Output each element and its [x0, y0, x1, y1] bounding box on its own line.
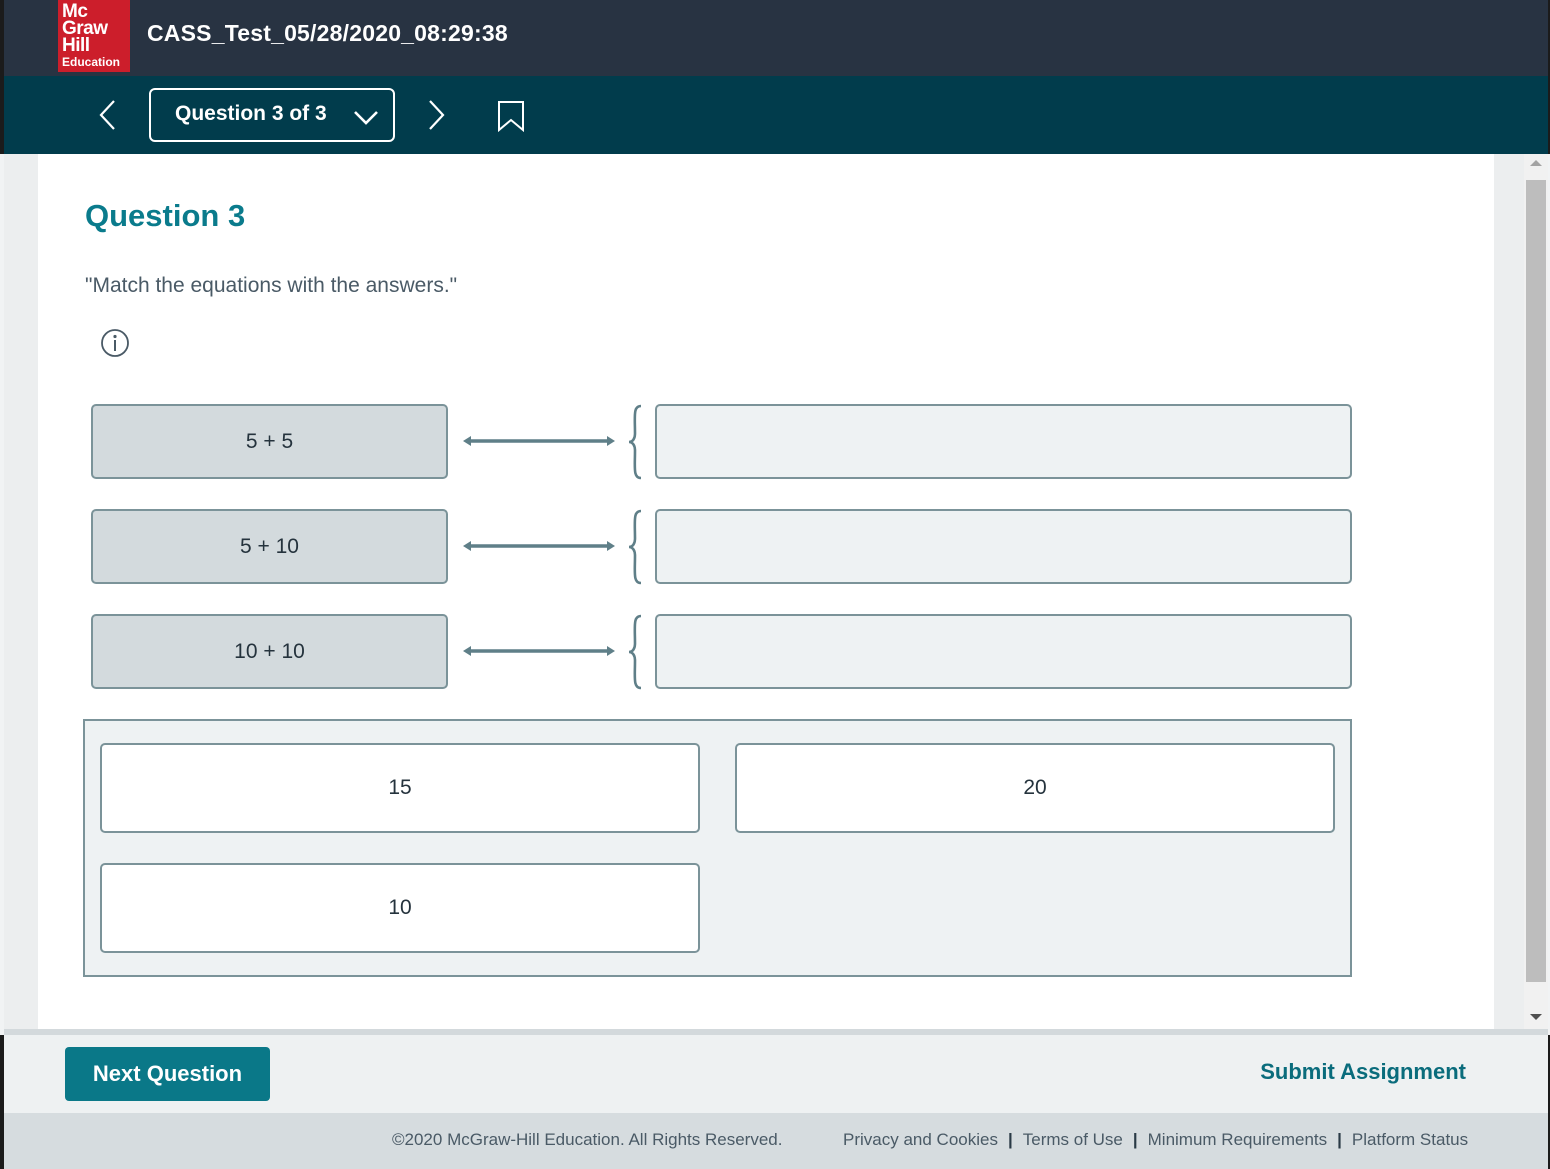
copyright-text: ©2020 McGraw-Hill Education. All Rights …: [392, 1130, 783, 1149]
previous-question-button[interactable]: [94, 98, 124, 132]
answer-chip[interactable]: 10: [100, 863, 700, 953]
chevron-down-icon: [354, 111, 378, 125]
info-icon: [101, 329, 129, 357]
info-button[interactable]: [100, 328, 130, 358]
link-separator: |: [1337, 1130, 1342, 1149]
min-requirements-link[interactable]: Minimum Requirements: [1148, 1130, 1328, 1149]
answer-chip[interactable]: 15: [100, 743, 700, 833]
answer-chip[interactable]: 20: [735, 743, 1335, 833]
question-nav-bar: Question 3 of 3: [0, 76, 1550, 154]
answer-bank: 15 20 10: [83, 719, 1352, 977]
vertical-scrollbar[interactable]: [1524, 154, 1548, 1030]
logo-text-education: Education: [62, 55, 121, 69]
next-question-arrow-button[interactable]: [422, 98, 452, 132]
mcgraw-hill-logo: Mc Graw Hill Education: [58, 0, 130, 72]
scroll-down-arrow-icon[interactable]: [1530, 1014, 1542, 1020]
submit-assignment-link[interactable]: Submit Assignment: [1260, 1059, 1466, 1085]
brace-icon: [628, 614, 642, 690]
main-content: Question 3 "Match the equations with the…: [4, 154, 1548, 1030]
question-selector-label: Question 3 of 3: [175, 102, 327, 125]
terms-link[interactable]: Terms of Use: [1023, 1130, 1123, 1149]
double-arrow-icon: [463, 646, 615, 656]
brace-icon: [628, 404, 642, 480]
platform-status-link[interactable]: Platform Status: [1352, 1130, 1468, 1149]
next-question-button[interactable]: Next Question: [65, 1047, 270, 1101]
answer-drop-zone[interactable]: [655, 614, 1352, 689]
equation-box: 5 + 5: [91, 404, 448, 479]
link-separator: |: [1007, 1130, 1013, 1149]
scroll-up-arrow-icon[interactable]: [1530, 160, 1542, 166]
bookmark-button[interactable]: [496, 100, 526, 133]
answer-drop-zone[interactable]: [655, 509, 1352, 584]
scrollbar-thumb[interactable]: [1526, 180, 1546, 982]
legal-links: Privacy and Cookies | Terms of Use | Minimum…: [843, 1130, 1468, 1150]
chevron-right-icon: [429, 100, 445, 130]
double-arrow-icon: [463, 541, 615, 551]
double-arrow-icon: [463, 436, 615, 446]
equation-box: 10 + 10: [91, 614, 448, 689]
question-heading: Question 3: [85, 198, 246, 233]
privacy-link[interactable]: Privacy and Cookies: [843, 1130, 998, 1149]
logo-text-hill: Hill: [62, 35, 90, 56]
question-card: Question 3 "Match the equations with the…: [38, 154, 1494, 1030]
action-bar: Next Question Submit Assignment: [0, 1035, 1550, 1113]
brace-icon: [628, 509, 642, 585]
assignment-title: CASS_Test_05/28/2020_08:29:38: [147, 20, 508, 46]
question-prompt: "Match the equations with the answers.": [85, 274, 458, 297]
app-header: Mc Graw Hill Education CASS_Test_05/28/2…: [0, 0, 1550, 76]
equation-box: 5 + 10: [91, 509, 448, 584]
question-selector-dropdown[interactable]: Question 3 of 3: [149, 88, 395, 142]
bookmark-icon: [498, 101, 524, 133]
link-separator: |: [1132, 1130, 1138, 1149]
legal-footer: ©2020 McGraw-Hill Education. All Rights …: [0, 1113, 1550, 1169]
chevron-left-icon: [99, 100, 115, 130]
answer-drop-zone[interactable]: [655, 404, 1352, 479]
